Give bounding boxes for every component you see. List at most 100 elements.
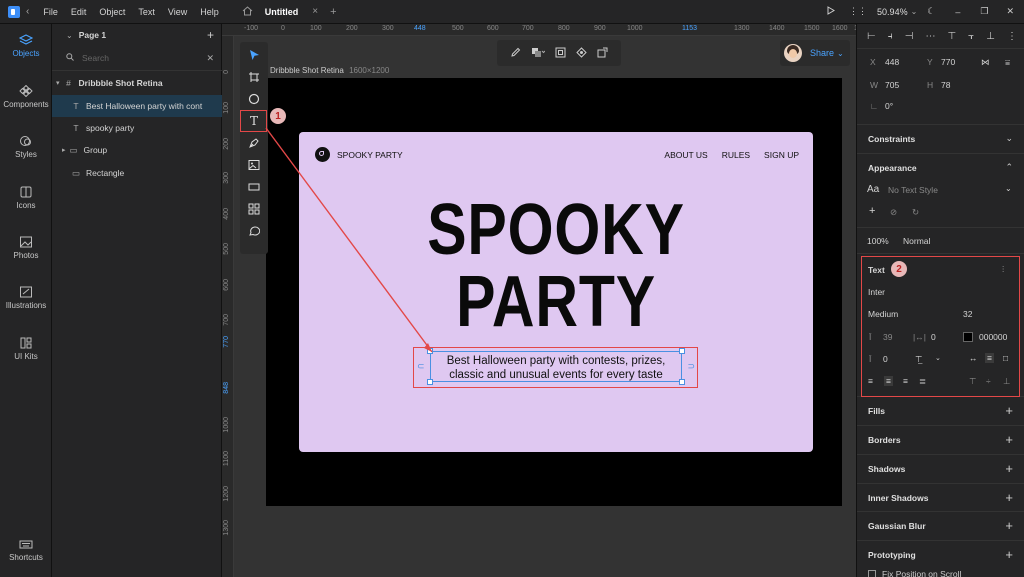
section-fills[interactable]: Fills +	[857, 396, 1024, 424]
reset-style-icon[interactable]: ↻	[912, 207, 919, 218]
text-icon: T	[73, 101, 79, 111]
align-hcenter-icon[interactable]: ⫞	[888, 31, 893, 42]
pencil-icon[interactable]	[510, 47, 521, 60]
add-prototype-icon[interactable]: +	[1005, 547, 1013, 562]
mask-icon[interactable]	[555, 47, 566, 60]
home-icon[interactable]	[242, 5, 253, 18]
new-tab-icon[interactable]: +	[330, 6, 336, 18]
align-vcenter-icon[interactable]: ⫟	[968, 31, 974, 42]
x-field[interactable]: 448	[885, 57, 899, 67]
w-field[interactable]: 705	[885, 80, 899, 90]
share-button[interactable]: Share	[810, 48, 834, 58]
add-blur-icon[interactable]: +	[1005, 518, 1013, 533]
components-tool[interactable]	[243, 199, 265, 219]
section-borders[interactable]: Borders +	[857, 425, 1024, 453]
play-icon[interactable]	[827, 6, 836, 17]
design-card[interactable]: SPOOKY PARTY ABOUT US RULES SIGN UP SPOO…	[299, 132, 813, 452]
section-shadows[interactable]: Shadows +	[857, 454, 1024, 482]
frame-tool[interactable]	[243, 67, 265, 87]
add-inner-shadow-icon[interactable]: +	[1005, 490, 1013, 505]
menu-help[interactable]: Help	[200, 7, 219, 17]
zoom-level[interactable]: 50.94%	[877, 7, 908, 17]
rotation-field[interactable]: 0°	[885, 101, 893, 111]
opacity-field[interactable]: 100%	[867, 236, 889, 246]
sync-style-icon[interactable]: ⊘	[890, 207, 897, 218]
pen-tool[interactable]	[243, 133, 265, 153]
text-style-dropdown[interactable]: No Text Style	[888, 185, 938, 195]
section-gaussian-blur[interactable]: Gaussian Blur +	[857, 511, 1024, 539]
fix-position-checkbox[interactable]	[868, 570, 876, 577]
grid-apps-icon[interactable]: ⋮⋮	[849, 6, 867, 17]
rectangle-tool[interactable]	[243, 177, 265, 197]
rail-uikits[interactable]: UI Kits	[0, 337, 52, 361]
add-page-icon[interactable]: +	[207, 28, 214, 42]
layer-rectangle[interactable]: ▭ Rectangle	[52, 162, 222, 184]
maximize-icon[interactable]: ❐	[980, 6, 988, 17]
chevron-down-icon[interactable]: ⌄	[1005, 133, 1013, 144]
menu-edit[interactable]: Edit	[71, 7, 87, 17]
align-bottom-icon[interactable]: ⊥	[986, 31, 995, 42]
section-prototyping[interactable]: Prototyping +	[857, 540, 1024, 568]
add-style-icon[interactable]: +	[869, 205, 875, 217]
dark-mode-icon[interactable]: ☾	[927, 6, 935, 17]
resize-icon[interactable]	[597, 47, 608, 60]
zoom-chevron-icon[interactable]: ⌄	[911, 7, 918, 16]
nav-about[interactable]: ABOUT US	[664, 150, 707, 160]
share-area: Share ⌄	[780, 40, 850, 66]
back-chevron-icon[interactable]: ‹	[26, 6, 29, 17]
component-icon[interactable]	[576, 46, 587, 60]
minimize-icon[interactable]: –	[955, 7, 960, 17]
align-left-icon[interactable]: ⊢	[867, 31, 876, 42]
rail-icons[interactable]: Icons	[0, 186, 52, 210]
oval-tool[interactable]	[243, 89, 265, 109]
flip-h-icon[interactable]: ⋈	[981, 57, 990, 68]
collapse-icon[interactable]: ✕	[206, 53, 214, 64]
move-tool[interactable]	[243, 45, 265, 65]
h-field[interactable]: 78	[941, 80, 950, 90]
share-chevron-icon[interactable]: ⌄	[837, 49, 844, 58]
align-right-icon[interactable]: ⊣	[905, 31, 914, 42]
flip-v-icon[interactable]: ⩸	[1005, 57, 1010, 68]
comment-tool[interactable]	[243, 221, 265, 241]
blend-mode-dropdown[interactable]: Normal	[903, 236, 930, 246]
menu-view[interactable]: View	[168, 7, 187, 17]
rail-photos[interactable]: Photos	[0, 236, 52, 260]
text-style-chevron-icon[interactable]: ⌄	[1005, 184, 1012, 193]
rail-styles[interactable]: Styles	[0, 135, 52, 159]
rail-components[interactable]: Components	[0, 85, 52, 109]
chevron-up-icon[interactable]: ⌃	[1005, 162, 1013, 173]
menu-file[interactable]: File	[43, 7, 58, 17]
nav-rules[interactable]: RULES	[722, 150, 750, 160]
rail-illustrations[interactable]: Illustrations	[0, 286, 52, 310]
tab-untitled[interactable]: Untitled	[265, 7, 299, 17]
section-constraints[interactable]: Constraints ⌄	[857, 124, 1024, 152]
boolean-icon[interactable]	[531, 47, 546, 60]
rail-objects[interactable]: Objects	[0, 34, 52, 58]
distribute-v-icon[interactable]: ⋮	[1007, 31, 1017, 42]
avatar[interactable]	[784, 44, 802, 62]
frame-label[interactable]: Dribbble Shot Retina 1600×1200	[270, 66, 389, 75]
search-input[interactable]: Search	[82, 53, 109, 63]
page-selector[interactable]: ⌄ Page 1 +	[52, 24, 222, 46]
layer-search[interactable]: Search ✕	[52, 47, 222, 69]
image-tool[interactable]	[243, 155, 265, 175]
tab-close-icon[interactable]: ×	[312, 6, 318, 17]
layer-text-halloween[interactable]: T Best Halloween party with cont	[52, 95, 222, 117]
app-logo-icon[interactable]	[8, 5, 20, 18]
layer-text-spooky[interactable]: T spooky party	[52, 117, 222, 139]
menu-text[interactable]: Text	[138, 7, 155, 17]
menu-object[interactable]: Object	[99, 7, 125, 17]
add-shadow-icon[interactable]: +	[1005, 461, 1013, 476]
nav-signup[interactable]: SIGN UP	[764, 150, 799, 160]
align-top-icon[interactable]: ⊤	[947, 31, 956, 42]
rail-shortcuts[interactable]: Shortcuts	[0, 538, 52, 562]
fix-position-row[interactable]: Fix Position on Scroll	[868, 569, 961, 577]
close-window-icon[interactable]: ✕	[1006, 6, 1014, 17]
distribute-h-icon[interactable]: ⋯	[925, 31, 935, 42]
y-field[interactable]: 770	[941, 57, 955, 67]
add-border-icon[interactable]: +	[1005, 432, 1013, 447]
add-fill-icon[interactable]: +	[1005, 403, 1013, 418]
layer-frame[interactable]: ▾ # Dribbble Shot Retina	[52, 72, 222, 94]
section-inner-shadows[interactable]: Inner Shadows +	[857, 483, 1024, 511]
layer-group[interactable]: ▸ ▭ Group	[52, 139, 222, 161]
